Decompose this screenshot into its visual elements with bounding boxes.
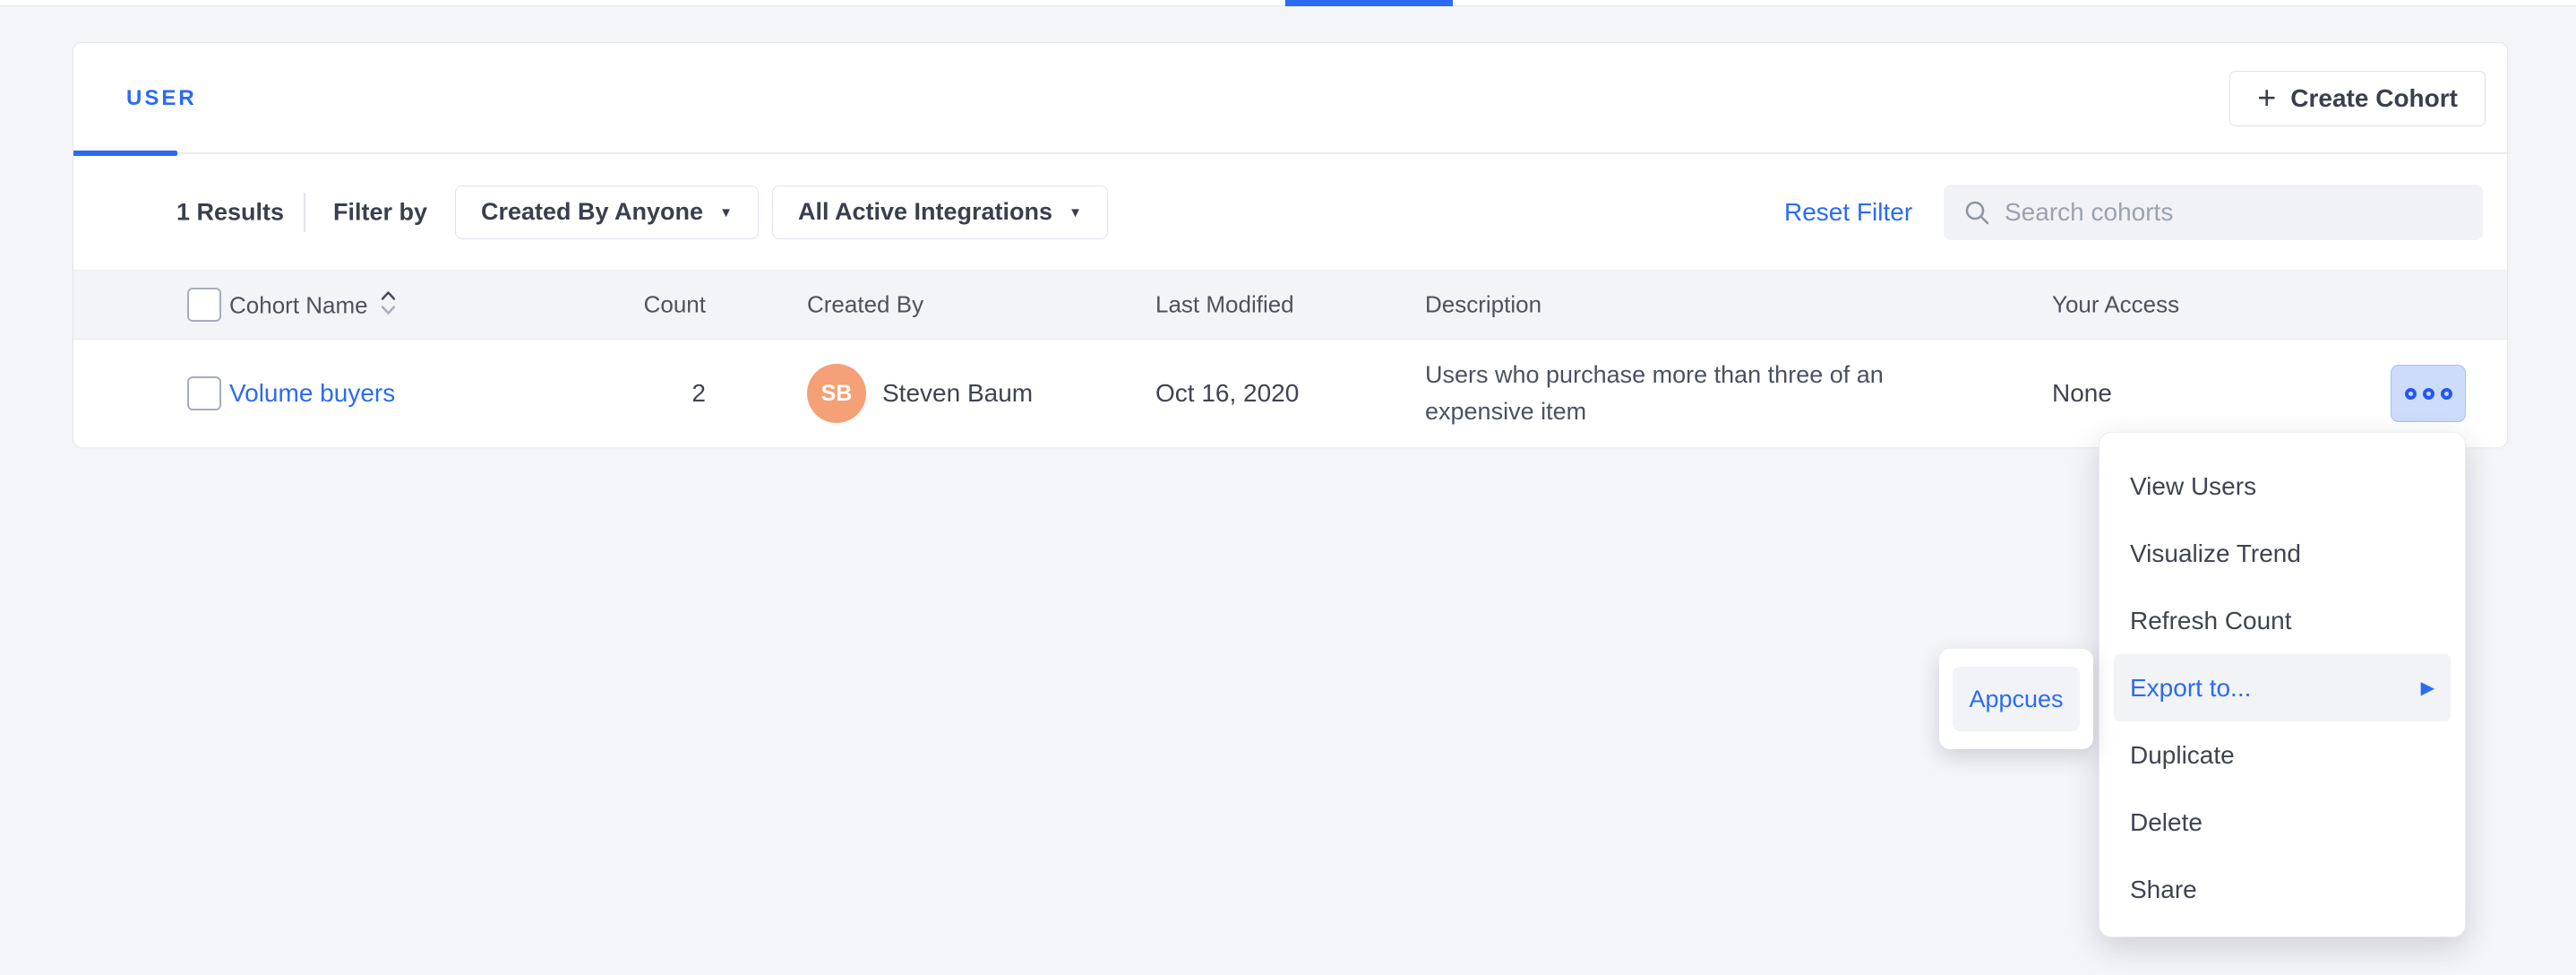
create-cohort-button[interactable]: + Create Cohort — [2229, 71, 2486, 126]
cohort-count: 2 — [605, 379, 706, 408]
row-context-menu: View Users Visualize Trend Refresh Count… — [2099, 432, 2466, 937]
menu-item-refresh-count[interactable]: Refresh Count — [2099, 587, 2465, 654]
description-cell: Users who purchase more than three of an… — [1425, 357, 1940, 430]
filter-by-label: Filter by — [333, 198, 427, 226]
menu-item-delete[interactable]: Delete — [2099, 789, 2465, 856]
sort-icon — [381, 290, 396, 317]
created-by-cell: SB Steven Baum — [807, 364, 1033, 423]
create-cohort-label: Create Cohort — [2290, 84, 2458, 113]
divider — [304, 193, 305, 232]
menu-item-duplicate[interactable]: Duplicate — [2099, 721, 2465, 789]
results-count: 1 Results — [176, 198, 284, 226]
chevron-down-icon: ▼ — [1069, 205, 1082, 220]
column-header-cohort-name[interactable]: Cohort Name — [229, 290, 396, 320]
column-header-your-access[interactable]: Your Access — [2052, 291, 2179, 319]
more-dots-icon — [2423, 388, 2434, 400]
integrations-dropdown-value: All Active Integrations — [798, 198, 1052, 226]
created-by-name: Steven Baum — [882, 379, 1033, 408]
filter-bar: 1 Results Filter by Created By Anyone ▼ … — [73, 154, 2507, 270]
column-header-last-modified[interactable]: Last Modified — [1155, 291, 1294, 319]
table-row: Volume buyers 2 SB Steven Baum Oct 16, 2… — [73, 340, 2507, 447]
access-cell: None — [2052, 379, 2112, 408]
submenu-item-appcues[interactable]: Appcues — [1953, 667, 2080, 731]
menu-item-view-users[interactable]: View Users — [2099, 453, 2465, 520]
created-by-dropdown-value: Created By Anyone — [481, 198, 703, 226]
last-modified-cell: Oct 16, 2020 — [1155, 379, 1299, 408]
menu-item-export-to[interactable]: Export to... ▶ — [2114, 654, 2451, 721]
avatar: SB — [807, 364, 866, 423]
column-header-count[interactable]: Count — [605, 291, 706, 319]
table-header: Cohort Name Count Created By Last Modifi… — [73, 270, 2507, 340]
top-tab-strip — [0, 0, 2576, 6]
search-box[interactable] — [1944, 185, 2483, 240]
menu-item-share[interactable]: Share — [2099, 856, 2465, 923]
active-page-tab-indicator — [1285, 0, 1453, 6]
row-actions-more-button[interactable] — [2391, 365, 2466, 422]
tab-user-label: USER — [126, 86, 197, 111]
submenu-arrow-icon: ▶ — [2421, 677, 2434, 699]
cohort-name-link[interactable]: Volume buyers — [229, 379, 395, 407]
reset-filter-link[interactable]: Reset Filter — [1784, 198, 1912, 227]
column-header-created-by[interactable]: Created By — [807, 291, 923, 319]
search-icon — [1963, 199, 1990, 226]
created-by-dropdown[interactable]: Created By Anyone ▼ — [455, 186, 759, 239]
integrations-dropdown[interactable]: All Active Integrations ▼ — [772, 186, 1108, 239]
search-input[interactable] — [2005, 198, 2463, 227]
select-all-checkbox[interactable] — [187, 288, 221, 322]
column-header-description[interactable]: Description — [1425, 291, 1940, 319]
menu-item-visualize-trend[interactable]: Visualize Trend — [2099, 520, 2465, 587]
tab-user[interactable]: USER — [73, 43, 197, 154]
row-checkbox[interactable] — [187, 376, 221, 410]
chevron-down-icon: ▼ — [719, 205, 733, 220]
cohorts-panel: USER + Create Cohort 1 Results Filter by… — [73, 42, 2508, 447]
more-dots-icon — [2441, 388, 2452, 400]
cohort-tab-bar: USER + Create Cohort — [73, 43, 2507, 154]
more-dots-icon — [2405, 388, 2417, 400]
export-submenu: Appcues — [1939, 649, 2093, 749]
